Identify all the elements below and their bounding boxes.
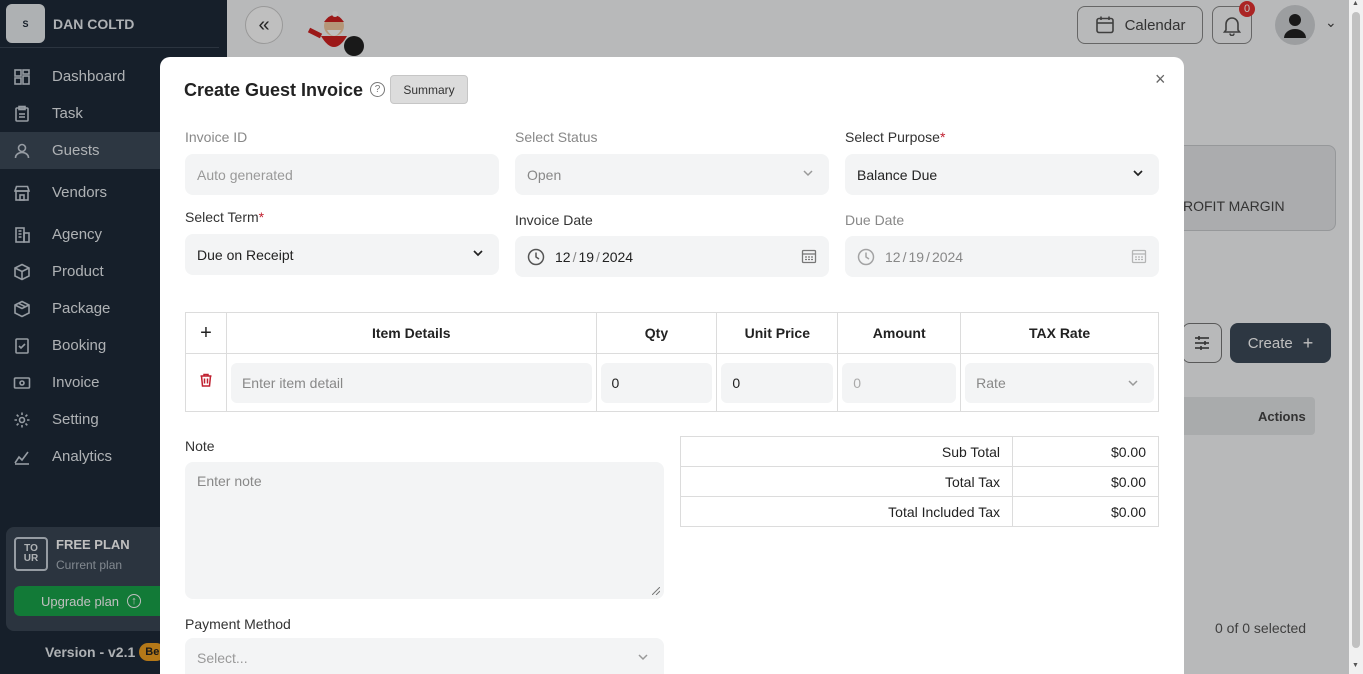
- payment-method-placeholder: Select...: [197, 650, 248, 666]
- required-marker: *: [258, 209, 265, 225]
- modal-title: Create Guest Invoice: [184, 80, 364, 100]
- clock-icon: [527, 248, 545, 265]
- amount-header: Amount: [837, 312, 962, 354]
- calendar-icon[interactable]: [801, 248, 817, 264]
- close-icon[interactable]: ×: [1155, 69, 1166, 90]
- items-table: + Item Details Qty Unit Price Amount TAX…: [185, 312, 1159, 412]
- table-row: Sub Total $0.00: [680, 436, 1159, 467]
- total-tax-value: $0.00: [1012, 466, 1159, 497]
- invoice-date-year[interactable]: 2024: [602, 249, 633, 265]
- total-tax-label: Total Tax: [680, 466, 1013, 497]
- item-details-header: Item Details: [225, 312, 597, 354]
- chevron-down-icon: [473, 250, 483, 257]
- purpose-select[interactable]: Balance Due: [845, 154, 1159, 195]
- invoice-id-field[interactable]: Auto generated: [185, 154, 499, 195]
- scroll-down-icon[interactable]: ▼: [1352, 662, 1359, 669]
- due-date-field: 12/19/2024: [845, 236, 1159, 277]
- due-date-label: Due Date: [845, 212, 905, 228]
- totals-table: Sub Total $0.00 Total Tax $0.00 Total In…: [680, 436, 1159, 527]
- unit-price-input[interactable]: 0: [721, 362, 834, 403]
- help-icon[interactable]: ?: [370, 82, 385, 97]
- table-row: Enter item detail 0 0 0 Rate: [185, 353, 1159, 412]
- scrollbar[interactable]: ▲ ▼: [1349, 0, 1363, 674]
- status-label: Select Status: [515, 129, 598, 145]
- payment-method-label: Payment Method: [185, 616, 291, 632]
- items-table-header: + Item Details Qty Unit Price Amount TAX…: [185, 312, 1159, 354]
- unit-price-header: Unit Price: [716, 312, 839, 354]
- calendar-icon: [1131, 249, 1147, 264]
- date-separator: /: [926, 248, 930, 265]
- qty-cell: 0: [595, 353, 718, 412]
- scrollbar-thumb[interactable]: [1352, 12, 1360, 648]
- sub-total-value: $0.00: [1012, 436, 1159, 467]
- invoice-date-label: Invoice Date: [515, 212, 593, 228]
- tax-rate-select[interactable]: Rate: [965, 362, 1154, 403]
- note-textarea[interactable]: Enter note: [185, 462, 664, 599]
- delete-cell: [185, 353, 227, 412]
- term-label-text: Select Term: [185, 209, 259, 225]
- tax-rate-placeholder: Rate: [976, 374, 1006, 391]
- resize-handle-icon[interactable]: [652, 587, 660, 595]
- term-value: Due on Receipt: [197, 246, 294, 263]
- chevron-down-icon: [638, 654, 648, 661]
- add-item-button[interactable]: +: [185, 312, 227, 354]
- item-detail-cell: Enter item detail: [225, 353, 597, 412]
- due-date-day: 19: [908, 248, 925, 265]
- amount-input: 0: [842, 362, 957, 403]
- table-row: Total Tax $0.00: [680, 466, 1159, 497]
- date-separator: /: [596, 248, 600, 265]
- status-select[interactable]: Open: [515, 154, 829, 195]
- invoice-id-label: Invoice ID: [185, 129, 248, 145]
- chevron-down-icon: [803, 170, 813, 177]
- status-value: Open: [527, 166, 562, 183]
- payment-method-select[interactable]: Select...: [185, 638, 664, 674]
- tax-rate-header: TAX Rate: [960, 312, 1159, 354]
- invoice-date-field[interactable]: 12/19/2024: [515, 236, 829, 277]
- summary-button[interactable]: Summary: [390, 75, 468, 104]
- term-select[interactable]: Due on Receipt: [185, 234, 499, 275]
- clock-icon: [857, 248, 875, 265]
- invoice-date-month[interactable]: 12: [555, 249, 571, 265]
- purpose-value: Balance Due: [857, 166, 938, 183]
- total-included-tax-label: Total Included Tax: [680, 496, 1013, 527]
- invoice-date-day[interactable]: 19: [578, 249, 594, 265]
- scroll-up-icon[interactable]: ▲: [1352, 0, 1359, 7]
- chevron-down-icon: [1128, 379, 1138, 386]
- tax-rate-cell: Rate: [960, 353, 1159, 412]
- total-included-tax-value: $0.00: [1012, 496, 1159, 527]
- date-separator: /: [572, 248, 577, 265]
- unit-price-cell: 0: [716, 353, 839, 412]
- item-detail-input[interactable]: Enter item detail: [230, 362, 592, 403]
- note-label: Note: [185, 438, 215, 454]
- purpose-label-text: Select Purpose: [845, 129, 940, 145]
- amount-cell: 0: [837, 353, 962, 412]
- qty-input[interactable]: 0: [600, 362, 713, 403]
- trash-icon[interactable]: [198, 372, 214, 388]
- date-separator: /: [902, 248, 907, 265]
- due-date-year: 2024: [931, 248, 964, 265]
- required-marker: *: [939, 129, 946, 145]
- note-placeholder: Enter note: [197, 473, 262, 489]
- sub-total-label: Sub Total: [680, 436, 1013, 467]
- create-invoice-modal: Create Guest Invoice ? Summary × Invoice…: [160, 57, 1184, 674]
- table-row: Total Included Tax $0.00: [680, 496, 1159, 527]
- term-label: Select Term*: [185, 209, 264, 225]
- due-date-month: 12: [885, 248, 901, 265]
- chevron-down-icon: [1133, 170, 1143, 177]
- qty-header: Qty: [595, 312, 718, 354]
- purpose-label: Select Purpose*: [845, 129, 945, 145]
